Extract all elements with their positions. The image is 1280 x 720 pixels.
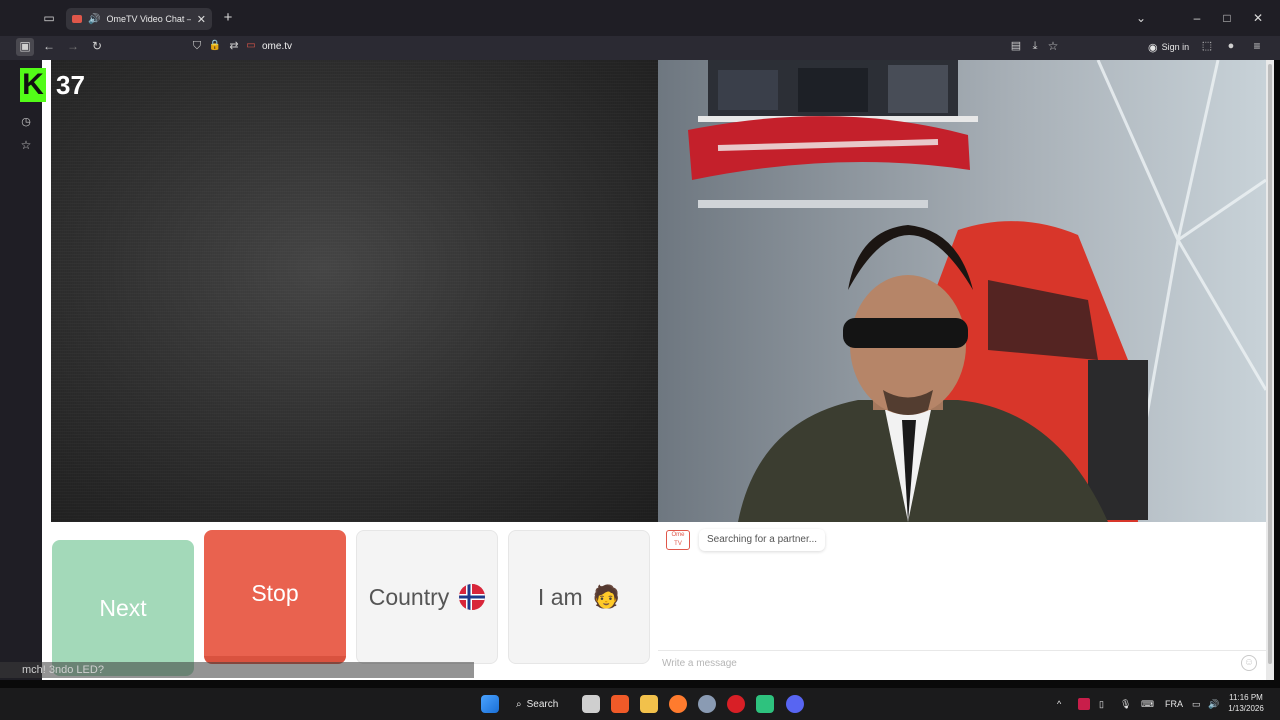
ometv-favicon-icon	[72, 15, 82, 23]
country-button[interactable]: Country	[356, 530, 498, 664]
next-label: Next	[99, 594, 147, 621]
url-bar[interactable]: ome.tv	[262, 40, 292, 54]
partner-video	[51, 60, 658, 522]
save-page-icon[interactable]: ⤓	[1027, 38, 1043, 54]
close-window-icon[interactable]: ✕	[1249, 10, 1267, 26]
display-icon[interactable]: ▭	[1192, 697, 1201, 711]
viewer-count: 37	[56, 70, 85, 100]
brave-browser-icon[interactable]	[611, 695, 629, 713]
file-explorer-icon[interactable]	[640, 695, 658, 713]
search-icon: ⌕	[516, 698, 522, 710]
taskbar-search[interactable]: ⌕ Search	[516, 695, 558, 713]
reader-view-icon[interactable]: ▤	[1008, 38, 1024, 54]
bookmark-star-icon[interactable]: ☆	[1045, 38, 1061, 54]
tray-app-icon[interactable]	[1078, 698, 1090, 710]
volume-icon[interactable]: 🔊	[1208, 697, 1219, 711]
ometv-logo: Ome TV	[666, 530, 690, 550]
clock-time: 11:16 PM	[1229, 693, 1263, 702]
recorder-icon[interactable]	[727, 695, 745, 713]
chat-status-message: Searching for a partner...	[699, 529, 826, 551]
next-button[interactable]: Next	[52, 540, 194, 676]
kick-logo-icon: K	[20, 68, 46, 102]
scrollbar-thumb[interactable]	[1268, 64, 1272, 664]
sidebar-icon[interactable]: ▣	[16, 38, 34, 56]
discord-icon[interactable]	[786, 695, 804, 713]
reload-icon[interactable]: ↻	[89, 38, 105, 54]
taskbar-search-label: Search	[526, 698, 559, 710]
speaker-icon[interactable]: 🔊	[88, 14, 100, 25]
webcam-image	[658, 60, 1266, 522]
sync-icon[interactable]: ●	[1223, 38, 1239, 54]
windows-start-icon[interactable]	[481, 695, 499, 713]
tray-overflow-icon[interactable]: ^	[1057, 697, 1061, 711]
sign-in-label: Sign in	[1161, 42, 1190, 52]
input-language[interactable]: FRA	[1165, 697, 1183, 711]
app-green-icon[interactable]	[756, 695, 774, 713]
new-tab-icon[interactable]: +	[219, 10, 237, 26]
clock-date: 1/13/2026	[1228, 704, 1264, 713]
self-video	[658, 60, 1266, 522]
close-tab-icon[interactable]: ✕	[197, 13, 206, 26]
person-emoji-icon: 🧑	[592, 584, 621, 609]
sign-in-button[interactable]: ◉ Sign in	[1148, 39, 1189, 55]
chat-input-divider	[658, 650, 1266, 651]
emoji-icon[interactable]: ☺	[1241, 655, 1257, 671]
back-icon[interactable]: ←	[41, 38, 57, 54]
stop-label: Stop	[251, 579, 299, 606]
country-label: Country	[368, 583, 450, 610]
battery-icon[interactable]: ▯	[1099, 697, 1104, 711]
firefox-icon[interactable]	[669, 695, 687, 713]
keyboard-icon[interactable]: ⌨	[1141, 697, 1154, 711]
history-icon[interactable]: ◷	[18, 114, 34, 130]
chat-message-input[interactable]	[662, 654, 1232, 672]
tab-title: OmeTV Video Chat — Ome	[106, 14, 190, 24]
forward-icon[interactable]: →	[65, 38, 81, 54]
task-view-icon[interactable]	[582, 695, 600, 713]
extensions-icon[interactable]: ⬚	[1199, 38, 1215, 54]
menu-icon[interactable]: ≡	[1249, 38, 1265, 54]
tab-list-icon[interactable]: ▭	[40, 10, 58, 26]
maximize-icon[interactable]: □	[1218, 10, 1236, 26]
i-am-label: I am	[537, 583, 583, 610]
stream-chat-overlay: mch! 3ndo LED?	[0, 662, 474, 678]
i-am-button[interactable]: I am 🧑	[508, 530, 650, 664]
shield-icon[interactable]: ⛉	[189, 38, 205, 54]
browser-sidebar	[0, 60, 42, 680]
stop-button[interactable]: Stop	[204, 530, 346, 664]
tab-ometv[interactable]: 🔊 OmeTV Video Chat — Ome ✕	[66, 8, 212, 30]
norway-flag-icon	[459, 584, 486, 610]
bookmarks-icon[interactable]: ☆	[18, 137, 34, 153]
list-tabs-icon[interactable]: ⌄	[1132, 10, 1150, 26]
minimize-icon[interactable]: –	[1188, 10, 1206, 26]
camera-in-use-icon[interactable]: ▭	[243, 38, 259, 54]
microphone-icon[interactable]: 🎙	[1120, 697, 1131, 711]
settings-icon[interactable]	[698, 695, 716, 713]
taskbar-clock[interactable]: 11:16 PM 1/13/2026	[1226, 692, 1266, 714]
permissions-icon[interactable]: ⇄	[226, 38, 242, 54]
lock-icon[interactable]: 🔒	[207, 38, 223, 54]
account-icon: ◉	[1148, 41, 1158, 54]
